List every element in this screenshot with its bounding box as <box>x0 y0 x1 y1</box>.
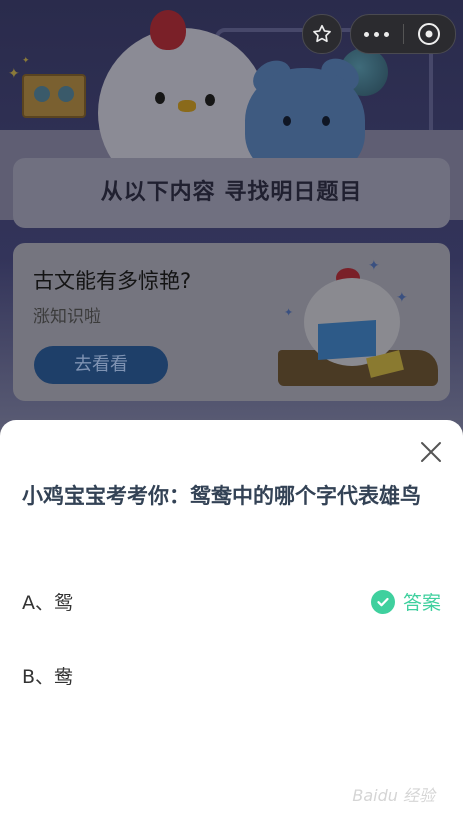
medal-icon <box>58 86 74 102</box>
blue-mascot-eye-left <box>283 116 291 126</box>
sparkle-icon: ✦ <box>22 56 30 66</box>
capsule-menu <box>350 14 456 54</box>
header-title: 从以下内容 寻找明日题目 <box>100 180 363 205</box>
check-icon <box>370 589 395 614</box>
hen-eye-right <box>205 94 215 106</box>
watermark: Baidu 经验 <box>352 786 435 805</box>
hen-beak <box>178 100 196 112</box>
go-see-button[interactable]: 去看看 <box>34 346 168 384</box>
article-title: 古文能有多惊艳? <box>33 269 192 293</box>
hen-eye-left <box>155 92 165 104</box>
sparkle-icon: ✦ <box>8 66 20 82</box>
close-mini-program-button[interactable] <box>403 22 455 46</box>
option-b[interactable]: B、鸯 <box>22 662 73 689</box>
star-decoration-icon: ✦ <box>396 290 408 306</box>
star-icon <box>313 24 331 43</box>
answer-indicator: 答案 <box>370 588 441 615</box>
quiz-question: 小鸡宝宝考考你：鸳鸯中的哪个字代表雄鸟 <box>22 484 421 508</box>
star-decoration-icon: ✦ <box>368 258 380 274</box>
favorite-button[interactable] <box>302 14 342 54</box>
close-circle-icon <box>418 23 441 45</box>
article-subtitle: 涨知识啦 <box>33 307 101 327</box>
blue-mascot-eye-right <box>322 116 330 126</box>
close-icon[interactable] <box>419 440 443 464</box>
more-dots-icon <box>364 31 390 37</box>
medal-plaque <box>22 74 86 118</box>
hen-comb <box>150 10 186 50</box>
star-decoration-icon: ✦ <box>284 306 294 319</box>
book-illustration <box>318 319 376 361</box>
option-a[interactable]: A、鸳 <box>22 588 73 615</box>
more-button[interactable] <box>351 31 403 37</box>
medal-icon <box>34 86 50 102</box>
answer-label: 答案 <box>402 592 441 614</box>
hero-background: ✦ ✦ 从以下内容 寻找明日题目 古文能有多惊艳? 涨知识啦 去看看 ✦ ✦ ✦ <box>0 0 463 430</box>
